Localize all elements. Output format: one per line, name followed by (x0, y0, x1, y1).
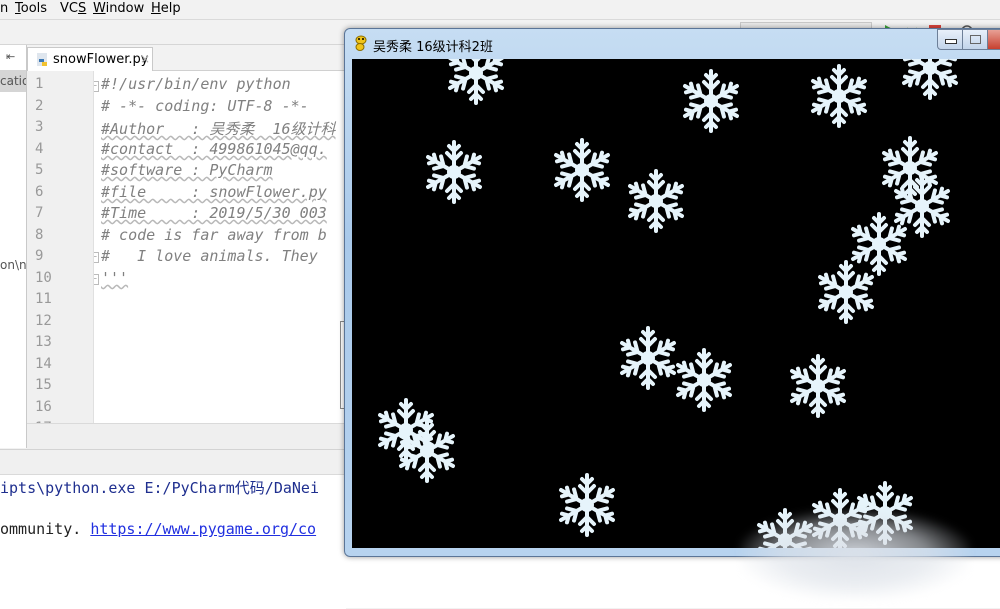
project-tree-selected-item[interactable]: catio (0, 70, 26, 92)
code-line: # I love animals. They (101, 247, 327, 265)
line-number: 2 (35, 98, 44, 114)
fold-marker-icon[interactable]: − (94, 81, 99, 92)
code-line: #contact : 499861045@qq. (101, 140, 327, 158)
code-editor[interactable]: − #!/usr/bin/env python # -*- coding: UT… (94, 71, 346, 423)
menu-tools-rest: ools (20, 1, 48, 16)
line-number: 15 (35, 377, 52, 393)
line-number: 14 (35, 356, 52, 372)
line-number: 1 (35, 76, 44, 92)
close-button[interactable] (987, 29, 1000, 50)
line-number: 5 (35, 162, 44, 178)
code-line: #!/usr/bin/env python (101, 75, 291, 93)
line-number: 12 (35, 313, 52, 329)
console-toolbar (0, 450, 346, 475)
snowflake (683, 69, 739, 133)
line-number: 10 (35, 270, 52, 286)
fold-marker-icon[interactable]: − (94, 274, 99, 285)
console-output-text: ommunity. (0, 520, 91, 538)
game-canvas[interactable] (352, 59, 1000, 548)
snowflake (399, 419, 455, 483)
pygame-snake-icon (355, 35, 367, 51)
code-line: #file : snowFlower.py (101, 183, 327, 201)
line-number: 9 (35, 248, 44, 264)
blurred-snowflake-region (740, 510, 970, 600)
snowflake (628, 169, 684, 233)
editor-tab-bar: snowFlower.py × (27, 45, 357, 71)
line-number: 11 (35, 291, 52, 307)
console-command-line: ipts\python.exe E:/PyCharm代码/DaNei (0, 479, 319, 497)
menu-bar: n Tools VCS Window Help (0, 0, 1000, 20)
code-line: # -*- coding: UTF-8 -*- (101, 97, 309, 115)
tab-close-icon[interactable]: × (140, 48, 150, 71)
snowflake (554, 138, 610, 202)
editor-horizontal-scrollbar[interactable] (27, 423, 347, 449)
menu-item-window[interactable]: Window (93, 1, 144, 16)
fold-marker-icon[interactable]: − (94, 252, 99, 263)
line-number-gutter: 1 2 3 4 5 6 7 8 9 10 11 12 13 14 15 16 1… (27, 71, 94, 423)
minimize-icon (945, 39, 957, 44)
tab-filename: snowFlower.py (53, 52, 149, 67)
run-console: ipts\python.exe E:/PyCharm代码/DaNei ommun… (0, 449, 346, 609)
tab-snowflower-py[interactable]: snowFlower.py × (27, 47, 153, 71)
snowflake (811, 64, 867, 128)
line-number: 4 (35, 141, 44, 157)
line-number: 3 (35, 119, 44, 135)
python-file-icon (37, 53, 47, 66)
project-panel: ⇤ catio on\n (0, 45, 27, 448)
project-path-fragment: on\n (0, 258, 26, 272)
snowflake (559, 473, 615, 537)
menu-item-tools[interactable]: Tools (15, 1, 47, 16)
code-line: #software : PyCharm (101, 161, 273, 179)
minimize-button[interactable] (937, 29, 963, 50)
code-line: ''' (101, 269, 129, 287)
line-number: 6 (35, 184, 44, 200)
maximize-icon (970, 35, 981, 44)
code-line: #Time : 2019/5/30 003 (101, 204, 327, 222)
code-line: # code is far away from b (101, 226, 327, 244)
snowflake (818, 260, 874, 324)
code-line: #Author : 吴秀柔 16级计科 (101, 120, 336, 138)
pygame-community-link[interactable]: https://www.pygame.org/co (90, 520, 316, 538)
snowflake (790, 354, 846, 418)
menu-item-run[interactable]: n (0, 1, 8, 16)
console-output-line: ommunity. https://www.pygame.org/co (0, 520, 316, 538)
snowflake (676, 348, 732, 412)
maximize-button[interactable] (962, 29, 988, 50)
window-title: 吴秀柔 16级计科2班 (373, 40, 493, 55)
line-number: 7 (35, 205, 44, 221)
line-number: 13 (35, 334, 52, 350)
collapse-panel-icon[interactable]: ⇤ (6, 50, 15, 63)
menu-item-vcs[interactable]: VCS (60, 1, 86, 16)
line-number: 16 (35, 399, 52, 415)
line-number: 8 (35, 227, 44, 243)
pygame-window[interactable]: 吴秀柔 16级计科2班 (344, 28, 1000, 557)
snowflake (448, 59, 504, 105)
snowflake (426, 140, 482, 204)
menu-item-help[interactable]: Help (151, 1, 181, 16)
snowflake (902, 59, 958, 100)
